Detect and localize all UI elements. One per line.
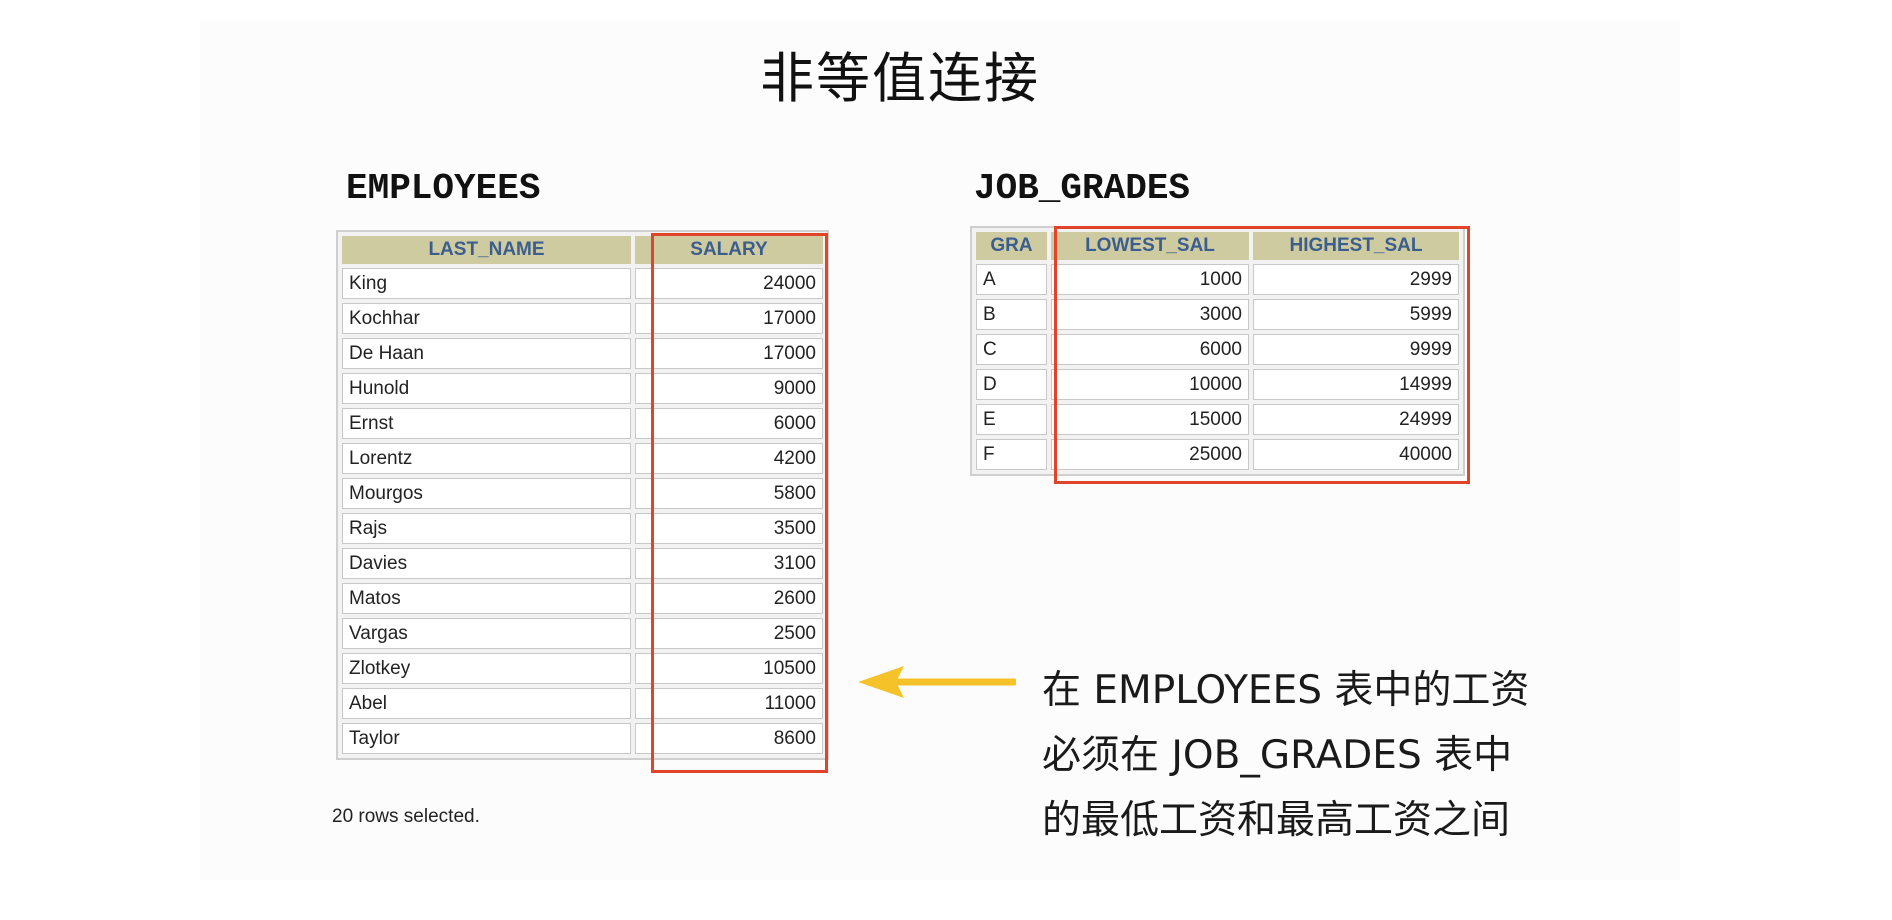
slide-title: 非等值连接	[760, 47, 1040, 110]
note-line: 在 EMPLOYEES 表中的工资	[1042, 668, 1530, 713]
explanation-note: 在 EMPLOYEES 表中的工资 必须在 JOB_GRADES 表中 的最低工…	[1042, 658, 1529, 853]
column-header-gra: GRA	[976, 232, 1047, 260]
last-name-cell: Zlotkey	[342, 653, 631, 684]
last-name-cell: Abel	[342, 688, 631, 719]
last-name-cell: Rajs	[342, 513, 631, 544]
last-name-cell: King	[342, 268, 631, 299]
grade-cell: D	[976, 369, 1047, 400]
last-name-cell: Davies	[342, 548, 631, 579]
grade-cell: C	[976, 334, 1047, 365]
last-name-cell: Kochhar	[342, 303, 631, 334]
job-grades-title: JOB_GRADES	[974, 168, 1191, 209]
grade-cell: E	[976, 404, 1047, 435]
grade-cell: A	[976, 264, 1047, 295]
note-line: 的最低工资和最高工资之间	[1042, 798, 1511, 843]
left-arrow-icon	[858, 666, 1016, 698]
note-line: 必须在 JOB_GRADES 表中	[1042, 733, 1513, 778]
employees-title: EMPLOYEES	[346, 168, 541, 209]
last-name-cell: Ernst	[342, 408, 631, 439]
last-name-cell: De Haan	[342, 338, 631, 369]
last-name-cell: Lorentz	[342, 443, 631, 474]
grade-cell: F	[976, 439, 1047, 470]
last-name-cell: Matos	[342, 583, 631, 614]
column-header-last-name: LAST_NAME	[342, 236, 631, 264]
grade-cell: B	[976, 299, 1047, 330]
rows-selected-footer: 20 rows selected.	[332, 806, 480, 827]
last-name-cell: Vargas	[342, 618, 631, 649]
last-name-cell: Taylor	[342, 723, 631, 754]
last-name-cell: Mourgos	[342, 478, 631, 509]
last-name-cell: Hunold	[342, 373, 631, 404]
salary-highlight-box	[651, 233, 828, 773]
salary-range-highlight-box	[1054, 226, 1470, 484]
